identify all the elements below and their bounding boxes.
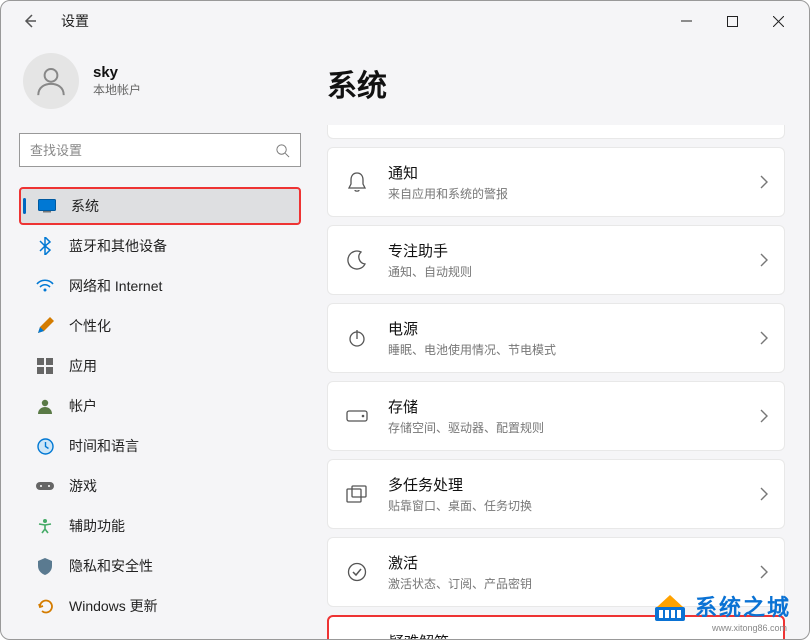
search-box[interactable] — [19, 133, 301, 167]
card-title: 专注助手 — [388, 240, 760, 261]
sidebar-item-accounts[interactable]: 帐户 — [19, 387, 301, 425]
card-storage[interactable]: 存储存储空间、驱动器、配置规则 — [327, 381, 785, 451]
update-icon — [35, 596, 55, 616]
back-button[interactable] — [17, 8, 43, 34]
chevron-right-icon — [760, 565, 768, 579]
sidebar-item-label: 游戏 — [69, 476, 97, 496]
sidebar: sky 本地帐户 系统 蓝牙和其他设备 网络和 I — [1, 41, 311, 639]
privacy-icon — [35, 556, 55, 576]
card-sub: 睡眠、电池使用情况、节电模式 — [388, 341, 760, 358]
watermark-text: 系统之城 — [695, 590, 791, 622]
sidebar-item-apps[interactable]: 应用 — [19, 347, 301, 385]
bell-icon — [344, 169, 370, 195]
sidebar-item-label: 帐户 — [69, 396, 97, 416]
minimize-button[interactable] — [663, 5, 709, 37]
sidebar-item-label: 网络和 Internet — [69, 276, 162, 296]
card-title: 多任务处理 — [388, 474, 760, 495]
card-notifications[interactable]: 通知来自应用和系统的警报 — [327, 147, 785, 217]
apps-icon — [35, 356, 55, 376]
network-icon — [35, 276, 55, 296]
sidebar-item-label: 隐私和安全性 — [69, 556, 153, 576]
sidebar-item-gaming[interactable]: 游戏 — [19, 467, 301, 505]
search-input[interactable] — [30, 143, 275, 158]
sidebar-item-label: 蓝牙和其他设备 — [69, 236, 167, 256]
system-icon — [37, 196, 57, 216]
sidebar-item-network[interactable]: 网络和 Internet — [19, 267, 301, 305]
card-title: 存储 — [388, 396, 760, 417]
sidebar-item-update[interactable]: Windows 更新 — [19, 587, 301, 625]
moon-icon — [344, 247, 370, 273]
personalize-icon — [35, 316, 55, 336]
time-icon — [35, 436, 55, 456]
chevron-right-icon — [760, 331, 768, 345]
maximize-icon — [727, 16, 738, 27]
sidebar-item-label: 应用 — [69, 356, 97, 376]
chevron-right-icon — [760, 253, 768, 267]
watermark: 系统之城 — [653, 589, 791, 623]
titlebar: 设置 — [1, 1, 809, 41]
card-power[interactable]: 电源睡眠、电池使用情况、节电模式 — [327, 303, 785, 373]
close-icon — [773, 16, 784, 27]
card-sub: 贴靠窗口、桌面、任务切换 — [388, 497, 760, 514]
sidebar-item-label: 系统 — [71, 196, 99, 216]
card-title: 电源 — [388, 318, 760, 339]
sidebar-item-label: 辅助功能 — [69, 516, 125, 536]
person-icon — [34, 64, 68, 98]
card-title: 通知 — [388, 162, 760, 183]
card-title: 激活 — [388, 552, 760, 573]
profile-block[interactable]: sky 本地帐户 — [19, 53, 301, 109]
accessibility-icon — [35, 516, 55, 536]
sidebar-item-accessibility[interactable]: 辅助功能 — [19, 507, 301, 545]
close-button[interactable] — [755, 5, 801, 37]
page-title: 系统 — [327, 61, 785, 105]
chevron-right-icon — [760, 487, 768, 501]
chevron-right-icon — [760, 409, 768, 423]
sidebar-item-privacy[interactable]: 隐私和安全性 — [19, 547, 301, 585]
chevron-right-icon — [760, 175, 768, 189]
back-arrow-icon — [22, 13, 38, 29]
main-content: 系统 通知来自应用和系统的警报 专注助手通知、自动规则 电源睡眠、电池使用情况、… — [311, 41, 809, 639]
card-focus-assist[interactable]: 专注助手通知、自动规则 — [327, 225, 785, 295]
power-icon — [344, 325, 370, 351]
card-sub: 存储空间、驱动器、配置规则 — [388, 419, 760, 436]
watermark-url: www.xitong86.com — [712, 623, 787, 633]
sidebar-item-label: 个性化 — [69, 316, 111, 336]
storage-icon — [344, 403, 370, 429]
maximize-button[interactable] — [709, 5, 755, 37]
window-title: 设置 — [61, 11, 89, 31]
card-partial-top — [327, 125, 785, 139]
profile-name: sky — [93, 64, 141, 81]
troubleshoot-icon — [345, 638, 371, 639]
avatar — [23, 53, 79, 109]
gaming-icon — [35, 476, 55, 496]
sidebar-item-label: 时间和语言 — [69, 436, 139, 456]
card-title: 疑难解答 — [389, 631, 767, 639]
sidebar-item-time-language[interactable]: 时间和语言 — [19, 427, 301, 465]
sidebar-item-bluetooth[interactable]: 蓝牙和其他设备 — [19, 227, 301, 265]
minimize-icon — [681, 16, 692, 27]
account-icon — [35, 396, 55, 416]
sidebar-item-personalization[interactable]: 个性化 — [19, 307, 301, 345]
search-icon — [275, 143, 290, 158]
multitask-icon — [344, 481, 370, 507]
sidebar-item-label: Windows 更新 — [69, 596, 158, 616]
card-sub: 通知、自动规则 — [388, 263, 760, 280]
card-multitasking[interactable]: 多任务处理贴靠窗口、桌面、任务切换 — [327, 459, 785, 529]
sidebar-item-system[interactable]: 系统 — [19, 187, 301, 225]
card-sub: 来自应用和系统的警报 — [388, 185, 760, 202]
profile-sub: 本地帐户 — [93, 81, 141, 98]
bluetooth-icon — [35, 236, 55, 256]
watermark-logo-icon — [653, 589, 687, 623]
activation-icon — [344, 559, 370, 585]
